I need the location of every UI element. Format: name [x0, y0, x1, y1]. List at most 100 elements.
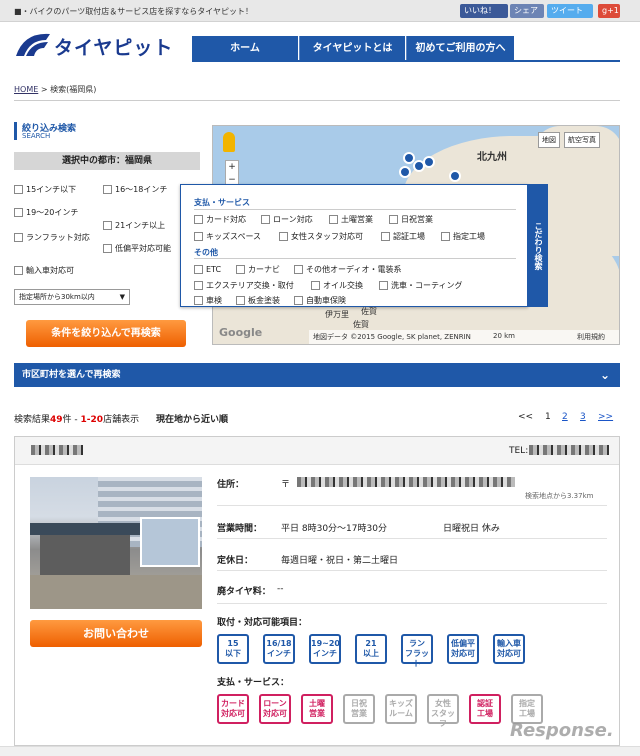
distance-label: 検索地点から3.37km	[525, 492, 594, 500]
filter-female-staff[interactable]: 女性スタッフ対応可	[279, 231, 363, 242]
breadcrumb: HOME > 検索(福岡県)	[14, 85, 97, 94]
check-15inch[interactable]: 15インチ以下	[14, 184, 102, 195]
check-19-20inch[interactable]: 19〜20インチ	[14, 207, 102, 218]
pager-current: 1	[545, 412, 551, 422]
filter-bodywork[interactable]: 板金塗装	[236, 295, 280, 306]
logo-mark-icon	[16, 33, 50, 56]
checkbox[interactable]	[279, 232, 288, 241]
checkbox[interactable]	[103, 244, 112, 253]
checkbox[interactable]	[236, 296, 245, 305]
checkbox[interactable]	[103, 221, 112, 230]
map-pin-icon[interactable]	[399, 166, 411, 178]
check-runflat[interactable]: ランフラット対応	[14, 232, 94, 243]
checkbox[interactable]	[103, 185, 112, 194]
checkbox[interactable]	[379, 281, 388, 290]
tel-number-redacted[interactable]	[529, 445, 609, 455]
filter-card[interactable]: カード対応	[194, 214, 246, 225]
nav-underline	[192, 60, 620, 62]
filter-navi[interactable]: カーナビ	[236, 264, 280, 275]
checkbox[interactable]	[194, 215, 203, 224]
checkbox[interactable]	[381, 232, 390, 241]
contact-button[interactable]: お問い合わせ	[30, 620, 202, 647]
section-marker	[14, 122, 17, 140]
closed-label: 定休日：	[217, 556, 254, 566]
pager-page-3[interactable]: 3	[580, 412, 586, 422]
checkbox[interactable]	[236, 265, 245, 274]
checkbox[interactable]	[194, 281, 203, 290]
tweet-button[interactable]: ツイート	[547, 4, 593, 18]
filter-kids[interactable]: キッズスペース	[194, 231, 261, 242]
site-logo[interactable]: タイヤピット	[14, 30, 174, 60]
checkbox[interactable]	[441, 232, 450, 241]
filter-section-other: その他	[194, 248, 218, 257]
nav-first-time[interactable]: 初めてご利用の方へ	[406, 36, 514, 62]
tel-label: TEL:	[509, 446, 529, 456]
nav-home[interactable]: ホーム	[192, 36, 298, 62]
checkbox[interactable]	[14, 266, 23, 275]
filter-saturday[interactable]: 土曜営業	[329, 214, 373, 225]
terms-link[interactable]: 利用規約	[577, 332, 605, 342]
check-low-profile[interactable]: 低偏平対応可能	[103, 243, 173, 254]
checkbox[interactable]	[14, 233, 23, 242]
icon-loan: ローン 対応可	[259, 694, 291, 724]
map-footer: 地図データ ©2015 Google, SK planet, ZENRIN 20…	[309, 330, 619, 344]
icon-21-inch: 21 以上	[355, 634, 387, 664]
facebook-like-button[interactable]: いいね！	[460, 4, 508, 18]
chevron-down-icon: ▼	[119, 293, 125, 301]
detail-filter-panel: 支払・サービス カード対応 ローン対応 土曜営業 日祝営業 キッズスペース 女性…	[180, 184, 528, 307]
filter-insurance[interactable]: 自動車保険	[294, 295, 346, 306]
address-label: 住所：	[217, 480, 245, 490]
checkbox[interactable]	[329, 215, 338, 224]
street-view-icon[interactable]	[223, 132, 235, 152]
filter-loan[interactable]: ローン対応	[261, 214, 313, 225]
pager-prev[interactable]: <<	[518, 412, 533, 422]
satellite-view-button[interactable]: 航空写真	[564, 132, 600, 148]
breadcrumb-home[interactable]: HOME	[14, 85, 38, 94]
shop-photo	[30, 477, 202, 609]
filter-holiday[interactable]: 日祝営業	[389, 214, 433, 225]
filter-wash[interactable]: 洗車・コーティング	[379, 280, 463, 291]
sidebar-heading-en: SEARCH	[22, 132, 51, 140]
next-card-edge	[0, 746, 640, 756]
checkbox[interactable]	[261, 215, 270, 224]
filter-inspection[interactable]: 車検	[194, 295, 222, 306]
check-16-18inch[interactable]: 16〜18インチ	[103, 184, 173, 195]
area-select-bar[interactable]: 市区町村を選んで再検索 ⌄	[14, 363, 620, 387]
checkbox[interactable]	[194, 232, 203, 241]
checkbox[interactable]	[194, 296, 203, 305]
divider	[217, 505, 607, 506]
map-view-button[interactable]: 地図	[538, 132, 560, 148]
nav-about[interactable]: タイヤピットとは	[299, 36, 405, 62]
check-21inch[interactable]: 21インチ以上	[103, 220, 183, 231]
checkbox[interactable]	[389, 215, 398, 224]
check-imported[interactable]: 輸入車対応可	[14, 265, 102, 276]
filter-designated[interactable]: 指定工場	[441, 231, 485, 242]
checkbox[interactable]	[194, 265, 203, 274]
sort-order: 現在地から近い順	[155, 415, 228, 425]
map-pin-icon[interactable]	[423, 156, 435, 168]
shop-name-redacted[interactable]	[31, 445, 83, 455]
icon-16-18-inch: 16/18 インチ	[263, 634, 295, 664]
google-plus-button[interactable]: g+1	[598, 4, 620, 18]
filter-etc[interactable]: ETC	[194, 264, 221, 275]
refine-search-button[interactable]: 条件を絞り込んで再検索	[26, 320, 186, 347]
service-label: 支払・サービス：	[217, 678, 290, 688]
holiday-note: 日曜祝日 休み	[443, 524, 500, 534]
map-pin-icon[interactable]	[449, 170, 461, 182]
filter-oil[interactable]: オイル交換	[311, 280, 363, 291]
distance-select[interactable]: 指定場所から30km以内 ▼	[14, 289, 130, 305]
filter-exterior[interactable]: エクステリア交換・取付	[194, 280, 294, 291]
filter-certified[interactable]: 認証工場	[381, 231, 425, 242]
breadcrumb-current: 検索(福岡県)	[50, 85, 97, 94]
checkbox[interactable]	[311, 281, 320, 290]
filter-audio[interactable]: その他オーディオ・電装系	[294, 264, 401, 275]
checkbox[interactable]	[14, 208, 23, 217]
pager-page-2[interactable]: 2	[562, 412, 568, 422]
checkbox[interactable]	[14, 185, 23, 194]
pager-next[interactable]: >>	[598, 412, 613, 422]
checkbox[interactable]	[294, 265, 303, 274]
checkbox[interactable]	[294, 296, 303, 305]
facebook-share-button[interactable]: シェア	[510, 4, 544, 18]
detail-filter-tab[interactable]: こだわり検索	[528, 184, 548, 307]
icon-imported-car: 輸入車 対応可	[493, 634, 525, 664]
